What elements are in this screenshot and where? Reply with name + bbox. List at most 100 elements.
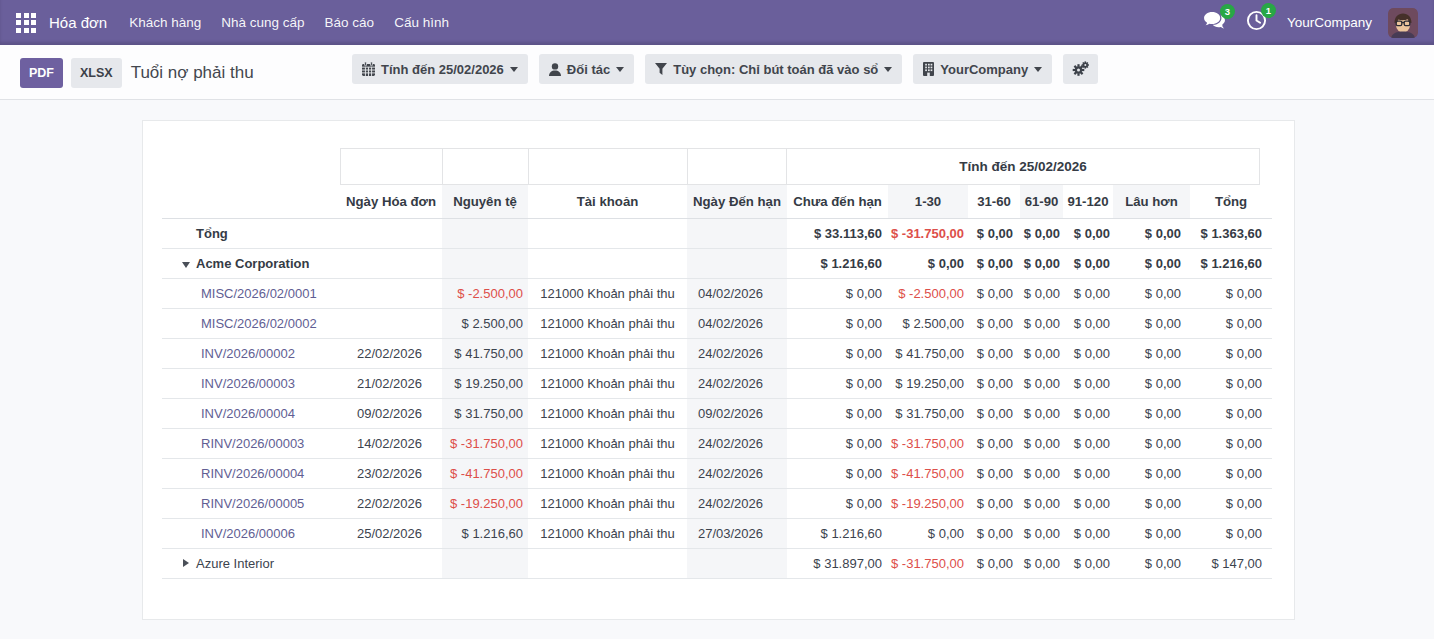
header-box-row: Tính đến 25/02/2026 (162, 148, 1272, 185)
amount-cell: $ 0,00 (1190, 369, 1272, 399)
amount-cell: $ 0,00 (1113, 489, 1190, 519)
apps-grid-icon[interactable] (16, 13, 36, 33)
row-name-cell[interactable]: Azure Interior (162, 549, 340, 579)
amount-cell: $ 0,00 (787, 399, 888, 429)
partner-filter-button[interactable]: Đối tác (539, 54, 634, 84)
amount-cell: $ 0,00 (1063, 369, 1113, 399)
account-cell: 121000 Khoản phải thu (528, 519, 687, 549)
amount-cell: $ -41.750,00 (888, 459, 968, 489)
move-link[interactable]: INV/2026/00004 (201, 406, 295, 421)
amount-cell: $ 0,00 (1113, 429, 1190, 459)
amount-cell: $ 0,00 (1020, 519, 1063, 549)
invoice-date-cell (340, 249, 442, 279)
pdf-button[interactable]: PDF (20, 58, 63, 88)
col-header-older: Lâu hơn (1113, 185, 1190, 219)
amount-cell: $ 0,00 (1020, 489, 1063, 519)
amount-cell: $ 0,00 (968, 309, 1020, 339)
calendar-icon (362, 62, 375, 76)
amount-cell: $ 31.750,00 (888, 399, 968, 429)
amount-cell: $ 0,00 (888, 519, 968, 549)
amount-cell: $ 0,00 (1063, 219, 1113, 249)
nav-menu-khach-hang[interactable]: Khách hàng (119, 15, 211, 30)
amount-cell: $ 0,00 (1020, 429, 1063, 459)
col-header-1-30: 1-30 (888, 185, 968, 219)
currency-cell: $ 1.216,60 (442, 519, 528, 549)
amount-cell: $ 0,00 (968, 249, 1020, 279)
currency-cell: $ -41.750,00 (442, 459, 528, 489)
currency-cell (442, 219, 528, 249)
amount-cell: $ 0,00 (1020, 399, 1063, 429)
report-row: INV/2026/0000222/02/2026$ 41.750,0012100… (162, 339, 1272, 369)
invoice-date-cell: 22/02/2026 (340, 489, 442, 519)
account-cell (528, 249, 687, 279)
company-filter-label: YourCompany (940, 62, 1028, 77)
account-cell: 121000 Khoản phải thu (528, 369, 687, 399)
chevron-down-icon (510, 67, 518, 72)
account-cell: 121000 Khoản phải thu (528, 429, 687, 459)
move-link[interactable]: RINV/2026/00005 (201, 496, 304, 511)
company-filter-button[interactable]: YourCompany (913, 54, 1052, 84)
amount-cell: $ 2.500,00 (888, 309, 968, 339)
header-label-row: Ngày Hóa đơn Nguyên tệ Tài khoản Ngày Đế… (162, 185, 1272, 219)
activity-clock-icon[interactable]: 1 (1246, 10, 1267, 35)
amount-cell: $ 0,00 (1020, 549, 1063, 579)
row-name-cell[interactable]: Acme Corporation (162, 249, 340, 279)
xlsx-button[interactable]: XLSX (71, 58, 122, 88)
amount-cell: $ 0,00 (787, 309, 888, 339)
amount-cell: $ 0,00 (787, 459, 888, 489)
nav-menu-bao-cao[interactable]: Báo cáo (315, 15, 385, 30)
move-link[interactable]: INV/2026/00003 (201, 376, 295, 391)
move-link[interactable]: MISC/2026/02/0001 (201, 286, 317, 301)
amount-cell: $ 0,00 (968, 429, 1020, 459)
page-title: Tuổi nợ phải thu (131, 58, 254, 88)
move-link[interactable]: RINV/2026/00004 (201, 466, 304, 481)
move-link[interactable]: INV/2026/00002 (201, 346, 295, 361)
invoice-date-cell (340, 309, 442, 339)
due-date-cell: 24/02/2026 (687, 489, 787, 519)
col-header-currency: Nguyên tệ (442, 185, 528, 219)
amount-cell: $ 0,00 (1113, 519, 1190, 549)
settings-gears-button[interactable] (1063, 54, 1098, 84)
messages-icon[interactable]: 3 (1203, 11, 1226, 34)
move-link[interactable]: INV/2026/00006 (201, 526, 295, 541)
due-date-cell: 09/02/2026 (687, 399, 787, 429)
move-link[interactable]: RINV/2026/00003 (201, 436, 304, 451)
user-avatar[interactable] (1388, 8, 1418, 38)
col-header-due-date: Ngày Đến hạn (687, 185, 787, 219)
amount-cell: $ 0,00 (1113, 459, 1190, 489)
amount-cell: $ 0,00 (1190, 459, 1272, 489)
row-name-cell: Tổng (162, 219, 340, 249)
amount-cell: $ 1.363,60 (1190, 219, 1272, 249)
due-date-cell: 27/03/2026 (687, 519, 787, 549)
amount-cell: $ 0,00 (1190, 519, 1272, 549)
row-name-cell: INV/2026/00002 (162, 339, 340, 369)
amount-cell: $ 0,00 (1063, 489, 1113, 519)
options-filter-button[interactable]: Tùy chọn: Chỉ bút toán đã vào sổ (645, 54, 902, 84)
amount-cell: $ 0,00 (1063, 399, 1113, 429)
due-date-cell: 24/02/2026 (687, 459, 787, 489)
company-switcher[interactable]: YourCompany (1287, 15, 1372, 30)
invoice-date-cell: 22/02/2026 (340, 339, 442, 369)
header-box (340, 148, 442, 185)
amount-cell: $ 0,00 (1190, 399, 1272, 429)
app-name[interactable]: Hóa đơn (49, 14, 107, 31)
due-date-cell (687, 219, 787, 249)
move-link[interactable]: MISC/2026/02/0002 (201, 316, 317, 331)
amount-cell: $ 0,00 (968, 459, 1020, 489)
activity-badge: 1 (1261, 3, 1276, 18)
amount-cell: $ 0,00 (968, 279, 1020, 309)
due-date-cell: 04/02/2026 (687, 309, 787, 339)
nav-menu-nha-cung-cap[interactable]: Nhà cung cấp (211, 15, 314, 30)
nav-menu-cau-hinh[interactable]: Cấu hình (384, 15, 459, 30)
date-filter-button[interactable]: Tính đến 25/02/2026 (352, 54, 528, 84)
amount-cell: $ -31.750,00 (888, 549, 968, 579)
amount-cell: $ 0,00 (1113, 249, 1190, 279)
col-header-91-120: 91-120 (1063, 185, 1113, 219)
account-cell: 121000 Khoản phải thu (528, 339, 687, 369)
col-header-account: Tài khoản (528, 185, 687, 219)
amount-cell: $ 0,00 (787, 279, 888, 309)
amount-cell: $ 0,00 (787, 369, 888, 399)
header-box (528, 148, 687, 185)
amount-cell: $ 0,00 (1020, 339, 1063, 369)
currency-cell: $ 19.250,00 (442, 369, 528, 399)
